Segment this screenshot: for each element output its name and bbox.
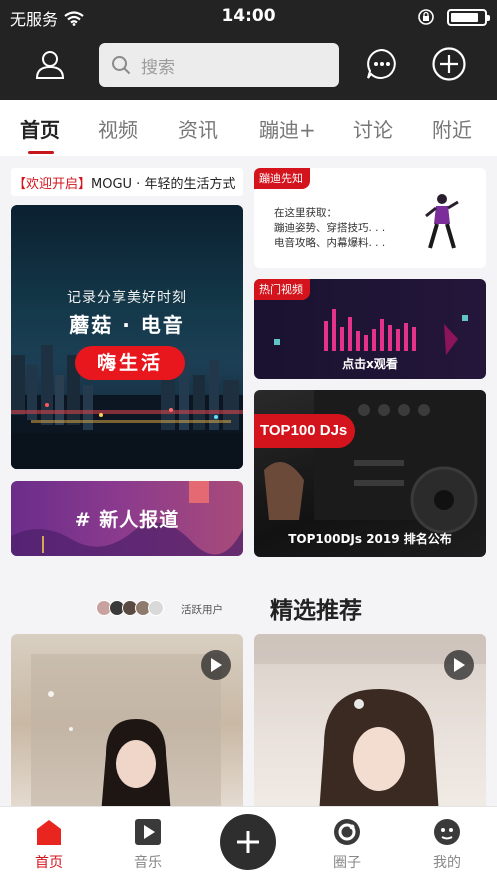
top100-card[interactable]: TOP100 DJs TOP100DJs 2019 排名公布: [254, 390, 486, 557]
tab-nearby[interactable]: 附近: [432, 114, 472, 143]
knowledge-tag: 蹦迪先知: [254, 168, 310, 189]
active-user-avatars: [96, 600, 164, 616]
tab-video[interactable]: 视频: [98, 114, 138, 143]
knowledge-card[interactable]: 蹦迪先知 在这里获取： 蹦迪姿势、穿搭技巧. . . 电音攻略、内幕爆料. . …: [254, 168, 486, 268]
nav-music-label: 音乐: [134, 855, 162, 871]
active-users-label: 活跃用户: [181, 604, 223, 616]
battery-icon: [447, 8, 490, 26]
promo-card-music[interactable]: 记录分享美好时刻 蘑菇 · 电音 嗨生活: [11, 205, 243, 469]
active-users-strip[interactable]: 活跃用户: [11, 572, 243, 632]
knowledge-line: 电音攻略、内幕爆料. . .: [274, 237, 386, 249]
messages-button[interactable]: [364, 46, 400, 82]
orientation-lock-icon: [418, 9, 434, 25]
promo-title: 蘑菇 · 电音: [69, 313, 185, 337]
hot-video-tag: 热门视频: [254, 279, 310, 300]
tab-discussion[interactable]: 讨论: [353, 114, 393, 143]
profile-button[interactable]: [32, 46, 68, 82]
top100-caption: TOP100DJs 2019 排名公布: [288, 532, 452, 546]
app-screen: 无服务 14:00 搜索 首页 视频 资讯 蹦迪+ 讨论 附近 【欢迎开启】 M…: [0, 0, 497, 883]
knowledge-text: 在这里获取： 蹦迪姿势、穿搭技巧. . . 电音攻略、内幕爆料. . .: [274, 206, 385, 251]
tab-home[interactable]: 首页: [20, 114, 60, 143]
profile-icon: [407, 815, 487, 849]
section-title: 精选推荐: [270, 598, 362, 624]
feed-video-card[interactable]: [11, 634, 243, 814]
status-bar: 无服务 14:00: [0, 0, 497, 32]
banner-highlight: 【欢迎开启】: [13, 176, 92, 192]
nav-music[interactable]: 音乐: [108, 815, 188, 872]
status-right: [417, 8, 490, 26]
hot-video-caption: 点击x观看: [342, 357, 398, 371]
plus-icon: [237, 831, 259, 853]
play-icon: [454, 658, 465, 672]
top100-badge: TOP100 DJs: [254, 414, 356, 448]
battery-fill: [451, 12, 478, 22]
nav-home[interactable]: 首页: [9, 815, 89, 872]
home-icon: [9, 815, 89, 849]
knowledge-line: 蹦迪姿势、穿搭技巧. . .: [274, 222, 386, 234]
circle-icon: [307, 815, 387, 849]
top-bar: 无服务 14:00 搜索: [0, 0, 497, 100]
search-placeholder: 搜索: [141, 57, 175, 78]
music-play-icon: [108, 815, 188, 849]
hot-video-card[interactable]: 热门视频 点击x观看: [254, 279, 486, 379]
play-icon: [211, 658, 222, 672]
welcome-banner[interactable]: 【欢迎开启】 MOGU · 年轻的生活方式: [11, 168, 243, 196]
create-post-button[interactable]: [220, 814, 276, 870]
tab-news[interactable]: 资讯: [178, 114, 218, 143]
promo-subtitle: 记录分享美好时刻: [67, 290, 187, 306]
chat-bubble-icon: [367, 48, 396, 79]
plus-circle-icon: [432, 47, 466, 81]
play-button[interactable]: [444, 650, 474, 680]
nav-circle-label: 圈子: [333, 855, 361, 871]
nav-circle[interactable]: 圈子: [307, 815, 387, 872]
newcomer-title: # 新人报道: [74, 509, 180, 531]
category-tabs: 首页 视频 资讯 蹦迪+ 讨论 附近: [0, 100, 497, 156]
search-input[interactable]: 搜索: [99, 43, 339, 87]
nav-home-label: 首页: [35, 855, 63, 871]
play-button[interactable]: [201, 650, 231, 680]
feed-video-card[interactable]: [254, 634, 486, 814]
active-tab-indicator: [28, 151, 54, 154]
promo-card-newcomer[interactable]: # 新人报道: [11, 481, 243, 556]
nav-profile-label: 我的: [433, 855, 461, 871]
add-button[interactable]: [431, 46, 467, 82]
knowledge-line: 在这里获取：: [274, 207, 337, 219]
nav-profile[interactable]: 我的: [407, 815, 487, 872]
promo-pill: 嗨生活: [75, 346, 185, 380]
avatar: [148, 600, 164, 616]
search-icon: [112, 56, 131, 75]
banner-text: MOGU · 年轻的生活方式: [91, 176, 236, 192]
user-icon: [35, 51, 65, 79]
dancer-illustration: [425, 194, 459, 249]
tab-disco-plus[interactable]: 蹦迪+: [259, 114, 316, 143]
